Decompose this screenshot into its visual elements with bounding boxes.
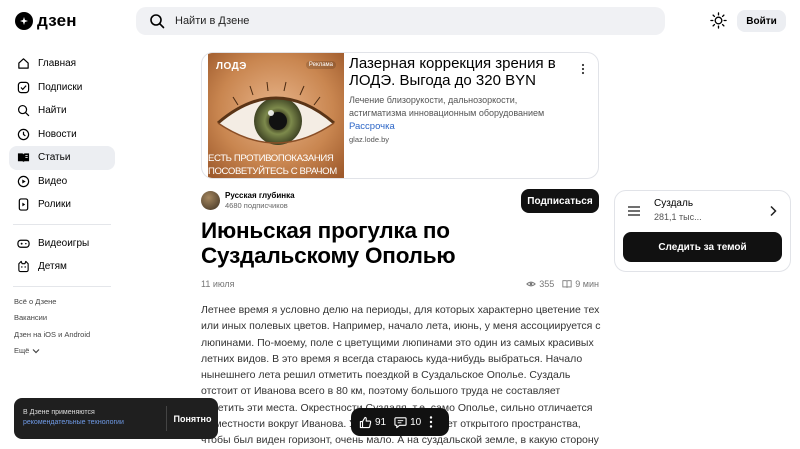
articles-icon	[17, 153, 30, 163]
subscribe-button[interactable]: Подписаться	[521, 189, 599, 213]
sidebar-item-video[interactable]: Видео	[9, 170, 115, 194]
sidebar-item-label: Видео	[38, 175, 68, 187]
channel-info[interactable]: Русская глубинка 4680 подписчиков	[201, 191, 295, 210]
subscriptions-icon	[17, 81, 30, 93]
sidebar-item-search[interactable]: Найти	[9, 99, 115, 123]
footer-link-apps[interactable]: Дзен на iOS и Android	[14, 327, 115, 344]
cookie-link[interactable]: рекомендательные технологии	[23, 418, 124, 428]
ad-title[interactable]: Лазерная коррекция зрения в ЛОДЭ. Выгода…	[349, 55, 569, 89]
ad-description: Лечение близорукости, дальнозоркости, ас…	[349, 95, 545, 118]
sidebar-item-videogames[interactable]: Видеоигры	[9, 232, 115, 256]
ad-badge: Реклама	[305, 61, 336, 69]
sidebar-item-label: Главная	[38, 58, 77, 70]
sidebar-item-label: Новости	[38, 128, 77, 140]
footer-link-jobs[interactable]: Вакансии	[14, 310, 115, 327]
article-date: 11 июля	[201, 279, 235, 289]
sidebar-item-label: Подписки	[38, 81, 83, 93]
sidebar-divider	[13, 223, 111, 225]
kids-icon	[18, 261, 29, 273]
sidebar-item-news[interactable]: Новости	[9, 123, 115, 147]
ad-domain: glaz.lode.by	[349, 135, 390, 144]
more-vertical-icon[interactable]	[580, 63, 586, 75]
ad-slogan: ЕСТЬ ПРОТИВОПОКАЗАНИЯ ПОСОВЕТУЙТЕСЬ С ВР…	[208, 153, 337, 177]
sidebar: Главная Подписки Найти Новости Статьи Ви…	[9, 52, 115, 360]
sidebar-item-shorts[interactable]: Ролики	[9, 193, 115, 217]
logo-text: дзен	[37, 11, 77, 30]
search-bar[interactable]	[136, 7, 665, 35]
ad-banner[interactable]: ЛОДЭ Реклама ЕСТЬ ПРОТИВОПОКАЗАНИЯ ПОСОВ…	[201, 52, 599, 179]
ad-image: ЛОДЭ Реклама ЕСТЬ ПРОТИВОПОКАЗАНИЯ ПОСОВ…	[208, 53, 344, 178]
footer-link-about[interactable]: Всё о Дзене	[14, 294, 115, 311]
like-count: 91	[375, 416, 387, 428]
login-button[interactable]: Войти	[737, 10, 786, 32]
channel-name[interactable]: Русская глубинка	[225, 191, 295, 200]
menu-icon	[628, 206, 640, 216]
comment-count: 10	[410, 416, 422, 428]
sidebar-divider	[13, 285, 111, 287]
news-icon	[17, 128, 30, 140]
search-icon	[17, 105, 30, 117]
sidebar-item-label: Статьи	[38, 152, 71, 164]
gamepad-icon	[17, 239, 30, 248]
sidebar-item-subscriptions[interactable]: Подписки	[9, 76, 115, 100]
sidebar-item-label: Видеоигры	[38, 237, 90, 249]
sidebar-footer-links: Всё о Дзене Вакансии Дзен на iOS и Andro…	[9, 294, 115, 360]
dzen-logo-icon	[15, 12, 33, 30]
article-action-bar: 91 10	[351, 408, 449, 436]
like-button[interactable]: 91	[359, 416, 386, 429]
sidebar-item-label: Детям	[38, 261, 67, 273]
read-time: 9 мин	[562, 279, 599, 289]
ad-brand: ЛОДЭ	[216, 61, 247, 72]
video-icon	[17, 175, 30, 187]
search-icon	[150, 14, 165, 29]
footer-more-button[interactable]: Ещё	[14, 343, 115, 360]
comment-button[interactable]: 10	[394, 416, 421, 429]
cookie-banner: В Дзене применяются рекомендательные тех…	[14, 398, 218, 439]
topic-card: Суздаль 281,1 тыс... Следить за темой	[614, 190, 791, 272]
article-meta: 11 июля 355 9 мин	[201, 279, 599, 291]
shorts-icon	[18, 198, 29, 211]
sidebar-item-articles[interactable]: Статьи	[9, 146, 115, 170]
article-title: Июньская прогулка по Суздальскому Ополью	[201, 218, 456, 268]
search-input[interactable]	[175, 15, 575, 27]
footer-more-label: Ещё	[14, 346, 30, 355]
cookie-accept-button[interactable]: Понятно	[167, 398, 218, 439]
eye-icon	[526, 281, 537, 287]
sidebar-item-kids[interactable]: Детям	[9, 255, 115, 279]
sidebar-item-home[interactable]: Главная	[9, 52, 115, 76]
thumbs-up-icon	[359, 416, 372, 428]
home-icon	[18, 58, 29, 69]
follow-topic-button[interactable]: Следить за темой	[623, 232, 782, 262]
comment-icon	[394, 416, 407, 428]
topic-name[interactable]: Суздаль	[654, 198, 693, 209]
views-count: 355	[526, 279, 554, 289]
ad-link[interactable]: Рассрочка	[349, 121, 395, 132]
logo[interactable]: дзен	[15, 11, 77, 31]
avatar[interactable]	[201, 191, 220, 210]
topic-count: 281,1 тыс...	[654, 212, 702, 222]
sidebar-item-label: Найти	[38, 105, 67, 117]
more-vertical-icon[interactable]	[429, 416, 433, 428]
book-icon	[562, 280, 572, 288]
channel-subscribers: 4680 подписчиков	[225, 201, 288, 210]
sidebar-item-label: Ролики	[38, 199, 71, 211]
theme-toggle-sun-icon[interactable]	[710, 12, 727, 29]
chevron-right-icon[interactable]	[769, 205, 777, 217]
header: дзен Войти	[0, 0, 800, 42]
cookie-text: В Дзене применяются рекомендательные тех…	[23, 409, 124, 428]
chevron-down-icon	[32, 349, 40, 354]
